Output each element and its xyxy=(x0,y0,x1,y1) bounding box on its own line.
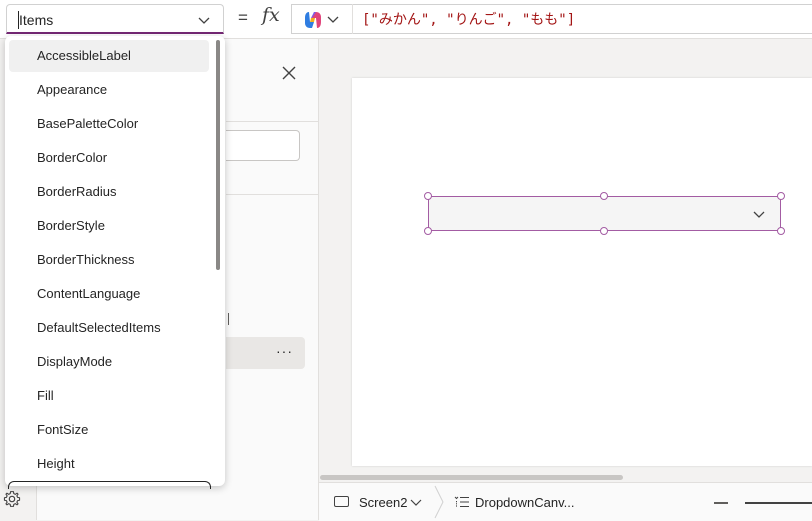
property-option[interactable]: FontSize xyxy=(9,414,209,446)
property-option[interactable]: BorderRadius xyxy=(9,176,209,208)
more-options-icon[interactable]: ··· xyxy=(276,343,293,359)
tree-item-selected[interactable] xyxy=(226,337,305,369)
screen-canvas[interactable] xyxy=(352,78,812,466)
chevron-down-icon xyxy=(753,211,765,218)
resize-handle-top-left[interactable] xyxy=(424,192,432,200)
resize-handle-top-right[interactable] xyxy=(777,192,785,200)
property-option[interactable]: BorderThickness xyxy=(9,244,209,276)
formula-text[interactable]: ["みかん", "りんご", "もも"] xyxy=(362,9,575,29)
zoom-out-icon[interactable] xyxy=(714,502,728,504)
list-scrollbar-thumb[interactable] xyxy=(216,40,220,270)
settings-icon[interactable] xyxy=(3,490,21,508)
property-option[interactable]: Fill xyxy=(9,380,209,412)
pane-divider xyxy=(226,194,318,195)
property-option[interactable]: Appearance xyxy=(9,74,209,106)
dropdown-control[interactable] xyxy=(428,196,781,231)
property-option[interactable]: AccessibleLabel xyxy=(9,40,209,72)
breadcrumb-control-label: DropdownCanv... xyxy=(475,495,575,510)
dropdown-list-icon xyxy=(454,496,469,508)
copilot-icon xyxy=(305,12,321,28)
equals-sign: = xyxy=(238,8,248,27)
pane-divider xyxy=(226,121,318,122)
resize-handle-bottom-right[interactable] xyxy=(777,227,785,235)
property-option[interactable]: BasePaletteColor xyxy=(9,108,209,140)
chevron-down-icon xyxy=(198,17,210,24)
chevron-down-icon xyxy=(410,499,422,506)
breadcrumb-separator-icon xyxy=(434,485,444,519)
property-dropdown-list: AccessibleLabel Appearance BasePaletteCo… xyxy=(5,36,225,486)
property-option[interactable]: Height xyxy=(9,448,209,480)
property-option[interactable]: DisplayMode xyxy=(9,346,209,378)
property-option[interactable]: BorderColor xyxy=(9,142,209,174)
chevron-down-icon xyxy=(327,16,339,23)
resize-handle-bottom[interactable] xyxy=(600,227,608,235)
property-option[interactable]: ContentLanguage xyxy=(9,278,209,310)
resize-handle-bottom-left[interactable] xyxy=(424,227,432,235)
fx-icon[interactable]: fx xyxy=(262,4,280,26)
property-option[interactable]: DefaultSelectedItems xyxy=(9,312,209,344)
tree-search-input[interactable] xyxy=(226,130,300,161)
text-cursor xyxy=(18,11,19,29)
zoom-slider[interactable] xyxy=(745,502,812,504)
property-selector[interactable]: Items xyxy=(6,4,224,34)
property-option[interactable]: BorderStyle xyxy=(9,210,209,242)
screen-icon xyxy=(334,496,349,507)
resize-handle-top[interactable] xyxy=(600,192,608,200)
copilot-button[interactable] xyxy=(298,8,344,30)
property-selector-value: Items xyxy=(19,12,54,28)
breadcrumb-screen-label: Screen2 xyxy=(359,495,408,510)
close-icon[interactable] xyxy=(280,64,298,82)
horizontal-scrollbar-thumb[interactable] xyxy=(320,475,623,480)
property-option-focused[interactable] xyxy=(8,481,211,489)
formula-divider xyxy=(352,4,353,34)
